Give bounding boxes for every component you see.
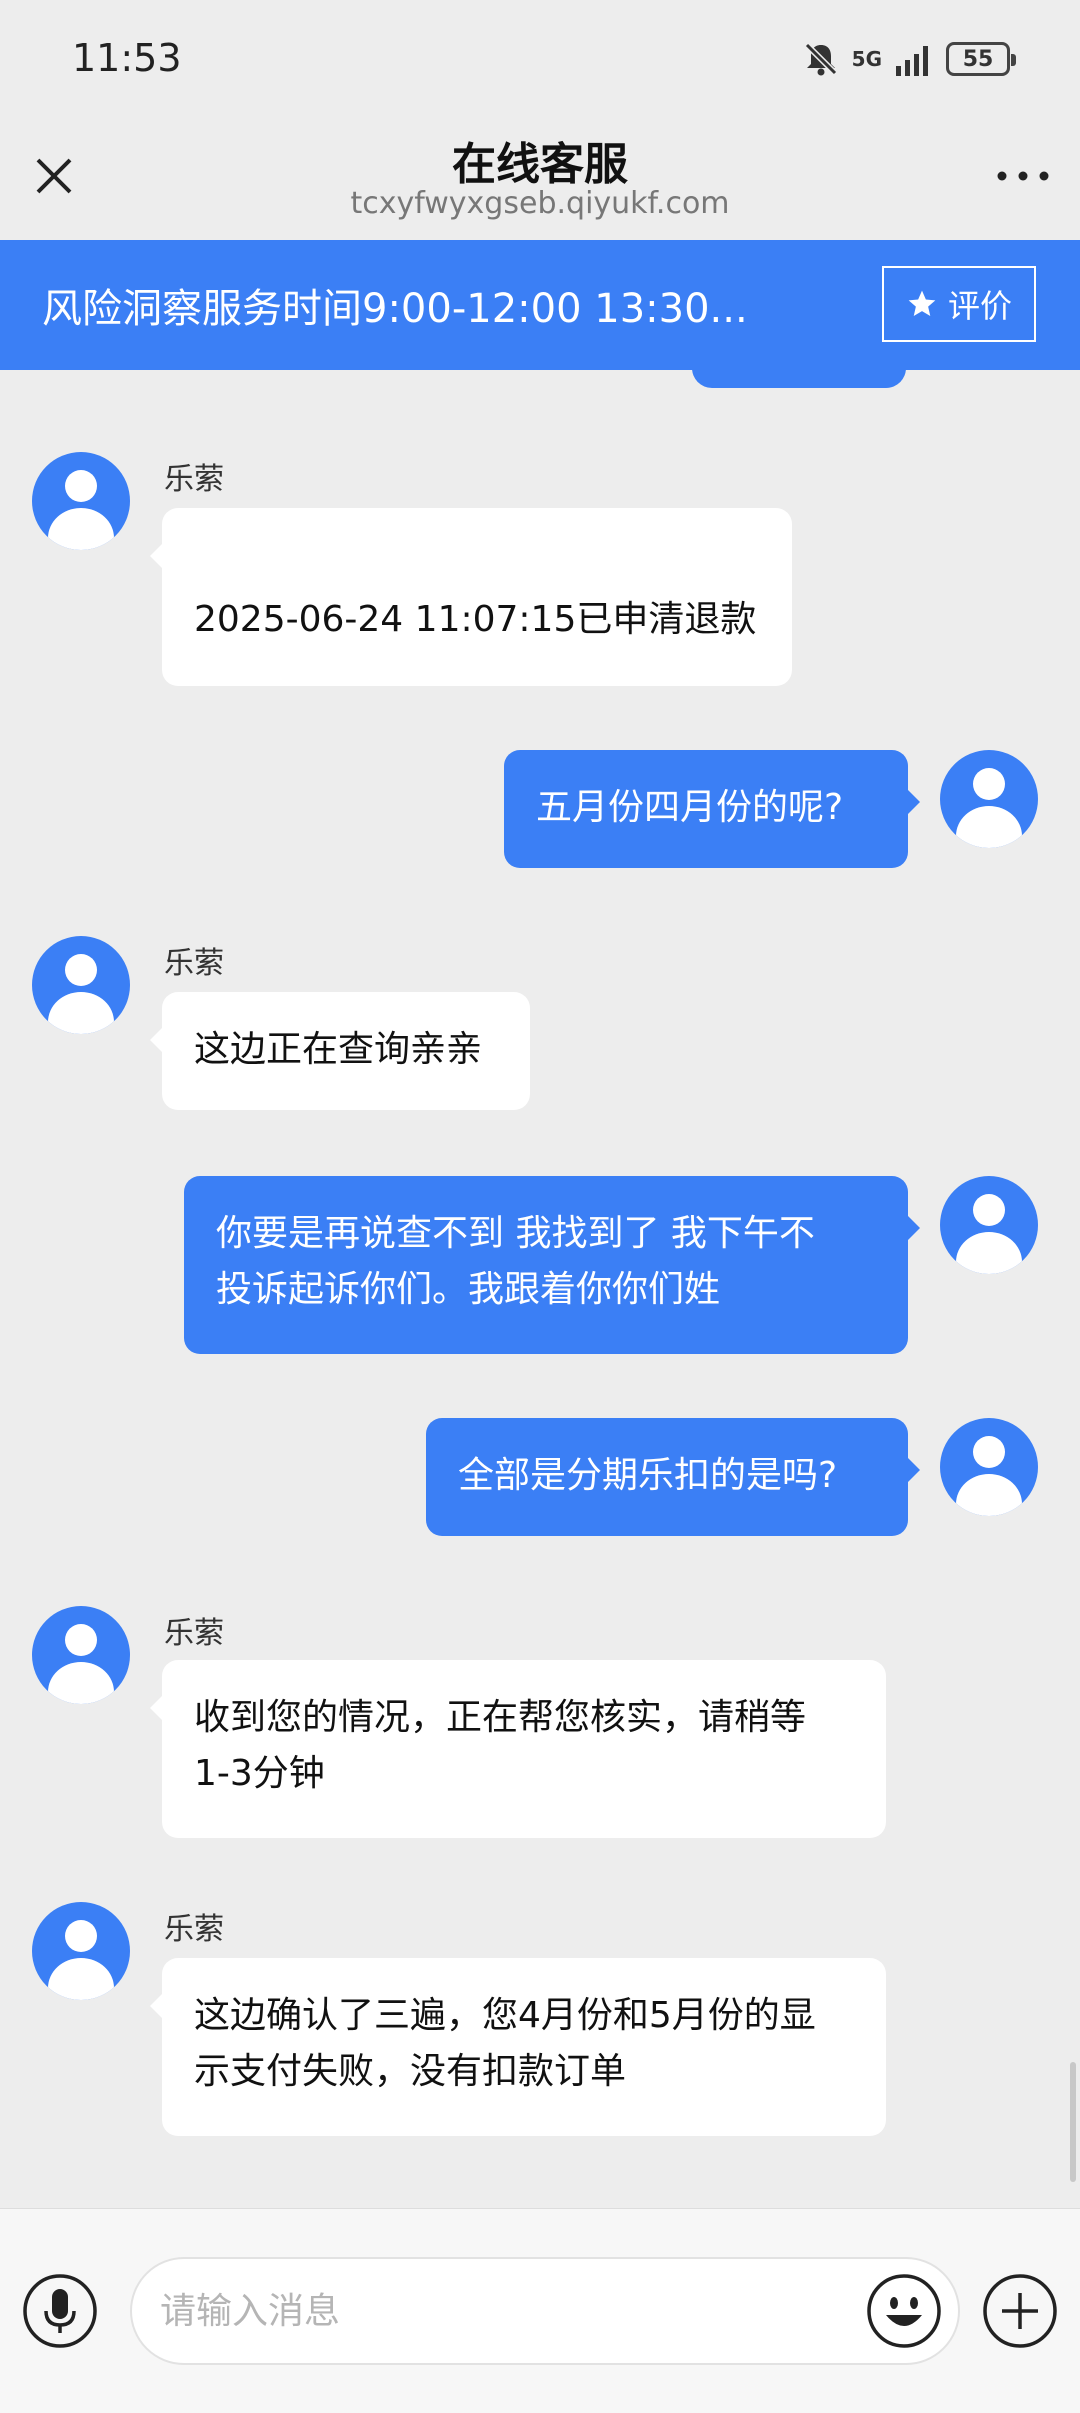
scrollbar[interactable] — [1070, 2062, 1076, 2182]
plus-icon[interactable] — [982, 2273, 1058, 2349]
battery-icon: 55 — [946, 42, 1016, 76]
chat-area[interactable]: 乐萦 2025-06-24 11:07:15已申清退款 五月份四月份的呢? 乐萦… — [0, 370, 1080, 2208]
message-line: 你要是再说查不到 我找到了 我下午不 — [216, 1213, 815, 1254]
input-bar — [0, 2208, 1080, 2413]
user-avatar — [940, 750, 1038, 848]
battery-level: 55 — [962, 46, 994, 72]
sender-name: 乐萦 — [164, 462, 224, 497]
message-input[interactable] — [130, 2257, 960, 2365]
sender-name: 乐萦 — [164, 946, 224, 981]
rate-label: 评价 — [947, 287, 1012, 325]
sender-name: 乐萦 — [164, 1912, 224, 1947]
user-avatar — [940, 1418, 1038, 1516]
star-icon — [908, 290, 936, 316]
message-line: 示支付失败，没有扣款订单 — [194, 2051, 627, 2092]
message-bubble: 收到您的情况，正在帮您核实，请稍等 1-3分钟 — [150, 1660, 886, 1838]
message-text: 这边正在查询亲亲 — [194, 1029, 483, 1070]
message-bubble: 这边正在查询亲亲 — [150, 992, 530, 1110]
message-bubble: 全部是分期乐扣的是吗? — [426, 1418, 920, 1536]
message-bubble: 2025-06-24 11:07:15已申清退款 — [150, 508, 792, 686]
user-avatar — [940, 1176, 1038, 1274]
header: 在线客服 tcxyfwyxgseb.qiyukf.com — [0, 124, 1080, 240]
agent-avatar — [32, 936, 130, 1034]
message-line: 这边确认了三遍，您4月份和5月份的显 — [194, 1995, 816, 2036]
message-line: 收到您的情况，正在帮您核实，请稍等 — [194, 1697, 807, 1738]
message-line: 投诉起诉你们。我跟着你你们姓 — [216, 1269, 721, 1310]
sender-name: 乐萦 — [164, 1616, 224, 1651]
signal-icon — [896, 46, 928, 76]
mute-bell-icon — [804, 42, 837, 76]
message-bubble: 你要是再说查不到 我找到了 我下午不 投诉起诉你们。我跟着你你们姓 — [184, 1176, 920, 1354]
message-text: 2025-06-24 11:07:15已申清退款 — [194, 599, 757, 640]
emoji-icon[interactable] — [866, 2273, 942, 2349]
message-text: 五月份四月份的呢? — [536, 787, 844, 828]
status-time: 11:53 — [72, 36, 182, 80]
rate-button[interactable]: 评价 — [882, 266, 1036, 342]
message-bubble: 这边确认了三遍，您4月份和5月份的显 示支付失败，没有扣款订单 — [150, 1958, 886, 2136]
message-bubble: 五月份四月份的呢? — [504, 750, 920, 868]
agent-avatar — [32, 452, 130, 550]
status-bar: 11:53 5G 55 — [0, 0, 1080, 124]
partial-message-bubble — [692, 370, 906, 388]
agent-avatar — [32, 1902, 130, 2000]
network-type: 5G — [851, 47, 882, 71]
agent-avatar — [32, 1606, 130, 1704]
message-line: 1-3分钟 — [194, 1753, 325, 1794]
more-icon[interactable] — [996, 166, 1050, 186]
notice-banner: 风险洞察服务时间9:00-12:00 13:30... 评价 — [0, 240, 1080, 370]
status-icons: 5G 55 — [802, 40, 1016, 78]
page-title: 在线客服 — [452, 139, 628, 190]
message-text: 全部是分期乐扣的是吗? — [458, 1455, 838, 1496]
notice-text: 风险洞察服务时间9:00-12:00 13:30... — [42, 286, 748, 332]
page-url: tcxyfwyxgseb.qiyukf.com — [350, 186, 730, 221]
microphone-icon[interactable] — [22, 2273, 98, 2349]
